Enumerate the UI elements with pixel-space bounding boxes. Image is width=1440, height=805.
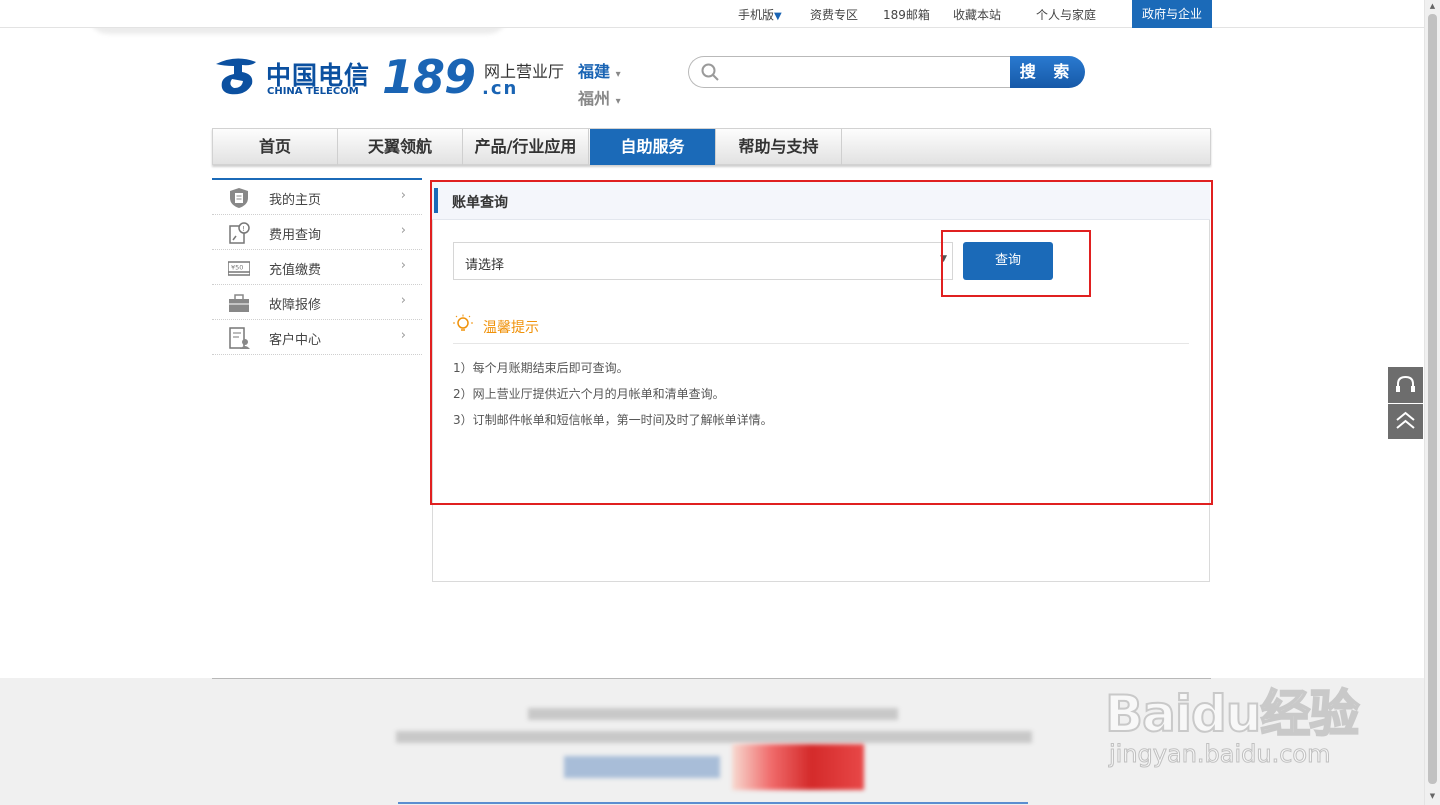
nav-home[interactable]: 首页: [213, 129, 338, 165]
nav-products-industry[interactable]: 产品/行业应用: [463, 129, 589, 165]
back-to-top-button[interactable]: [1388, 404, 1423, 439]
caret-down-icon: ▾: [615, 96, 621, 107]
footer-divider: [212, 678, 1211, 679]
bookmark-link[interactable]: 收藏本站: [953, 6, 1001, 23]
search-icon: [701, 63, 719, 81]
search-box: [688, 56, 1012, 88]
chevron-right-icon: ›: [400, 223, 406, 238]
sidebar-item-label: 费用查询: [269, 228, 322, 243]
headset-icon: [1396, 375, 1415, 392]
sidebar-item-recharge[interactable]: ¥50 充值缴费 ›: [212, 250, 422, 285]
nav-tianyi-lingha[interactable]: 天翼领航: [338, 129, 463, 165]
customer-service-button[interactable]: [1388, 367, 1423, 403]
chevron-right-icon: ›: [400, 328, 406, 343]
search-button[interactable]: 搜 索: [1010, 56, 1085, 88]
svg-text:¥50: ¥50: [231, 264, 243, 272]
logo-domain: .cn: [482, 78, 519, 99]
logo-english-text: CHINA TELECOM: [267, 86, 359, 97]
customer-profile-icon: [229, 327, 250, 349]
nav-self-service[interactable]: 自助服务: [590, 129, 716, 165]
china-telecom-e-icon: [216, 58, 256, 95]
caret-down-icon: ▾: [615, 69, 621, 80]
blurred-region: [564, 756, 720, 778]
svg-text:!: !: [242, 225, 245, 233]
personal-home-link[interactable]: 个人与家庭: [1036, 6, 1096, 23]
sidebar-item-fee-query[interactable]: ! 费用查询 ›: [212, 215, 422, 250]
chevron-right-icon: ›: [400, 258, 406, 273]
double-chevron-up-icon: [1396, 411, 1415, 429]
tariff-zone-link[interactable]: 资费专区: [810, 6, 858, 23]
province-selector[interactable]: 福建 ▾: [578, 58, 621, 82]
government-enterprise-tab[interactable]: 政府与企业: [1132, 0, 1212, 28]
scroll-up-icon[interactable]: ▲: [1425, 2, 1440, 10]
city-label: 福州: [578, 89, 611, 108]
blurred-region: [732, 744, 864, 790]
main-navigation: 首页 天翼领航 产品/行业应用 自助服务 帮助与支持: [212, 128, 1211, 165]
sidebar-item-label: 故障报修: [269, 298, 322, 313]
blurred-region: [528, 708, 898, 720]
side-menu: 我的主页 › ! 费用查询 › ¥50 充值缴费 › 故障报修 › 客户中心 ›: [212, 178, 422, 355]
mail-189-link[interactable]: 189邮箱: [883, 6, 930, 23]
sidebar-item-customer-center[interactable]: 客户中心 ›: [212, 320, 422, 355]
city-selector[interactable]: 福州 ▾: [578, 85, 621, 109]
shield-user-icon: [230, 188, 248, 208]
top-utility-bar: 手机版▼ 资费专区 189邮箱 收藏本站 个人与家庭 政府与企业: [0, 0, 1424, 28]
recharge-card-icon: ¥50: [228, 261, 250, 276]
sidebar-item-repair[interactable]: 故障报修 ›: [212, 285, 422, 320]
sidebar-item-label: 我的主页: [269, 193, 322, 208]
caret-down-icon: ▼: [774, 11, 782, 22]
annotation-box-query-button: [941, 230, 1091, 297]
chevron-right-icon: ›: [400, 293, 406, 308]
chevron-right-icon: ›: [400, 188, 406, 203]
search-input[interactable]: [729, 61, 999, 83]
province-label: 福建: [578, 62, 611, 81]
annotation-box-panel: [430, 180, 1213, 505]
china-telecom-logo[interactable]: 中国电信 CHINA TELECOM 189 网上营业厅 .cn: [212, 50, 592, 112]
bill-search-icon: !: [229, 222, 250, 244]
scroll-down-icon[interactable]: ▼: [1425, 792, 1440, 800]
logo-189: 189: [382, 50, 476, 104]
vertical-scrollbar[interactable]: ▲ ▼: [1424, 0, 1440, 805]
footer-bottom-line: [398, 802, 1028, 804]
sidebar-item-label: 充值缴费: [269, 263, 322, 278]
nav-help-support[interactable]: 帮助与支持: [716, 129, 842, 165]
blurred-region: [396, 731, 1032, 743]
sidebar-item-label: 客户中心: [269, 333, 322, 348]
sidebar-item-my-home[interactable]: 我的主页 ›: [212, 180, 422, 215]
mobile-version-link[interactable]: 手机版▼: [738, 6, 782, 23]
toolbox-icon: [229, 294, 249, 312]
scrollbar-thumb[interactable]: [1428, 14, 1437, 784]
